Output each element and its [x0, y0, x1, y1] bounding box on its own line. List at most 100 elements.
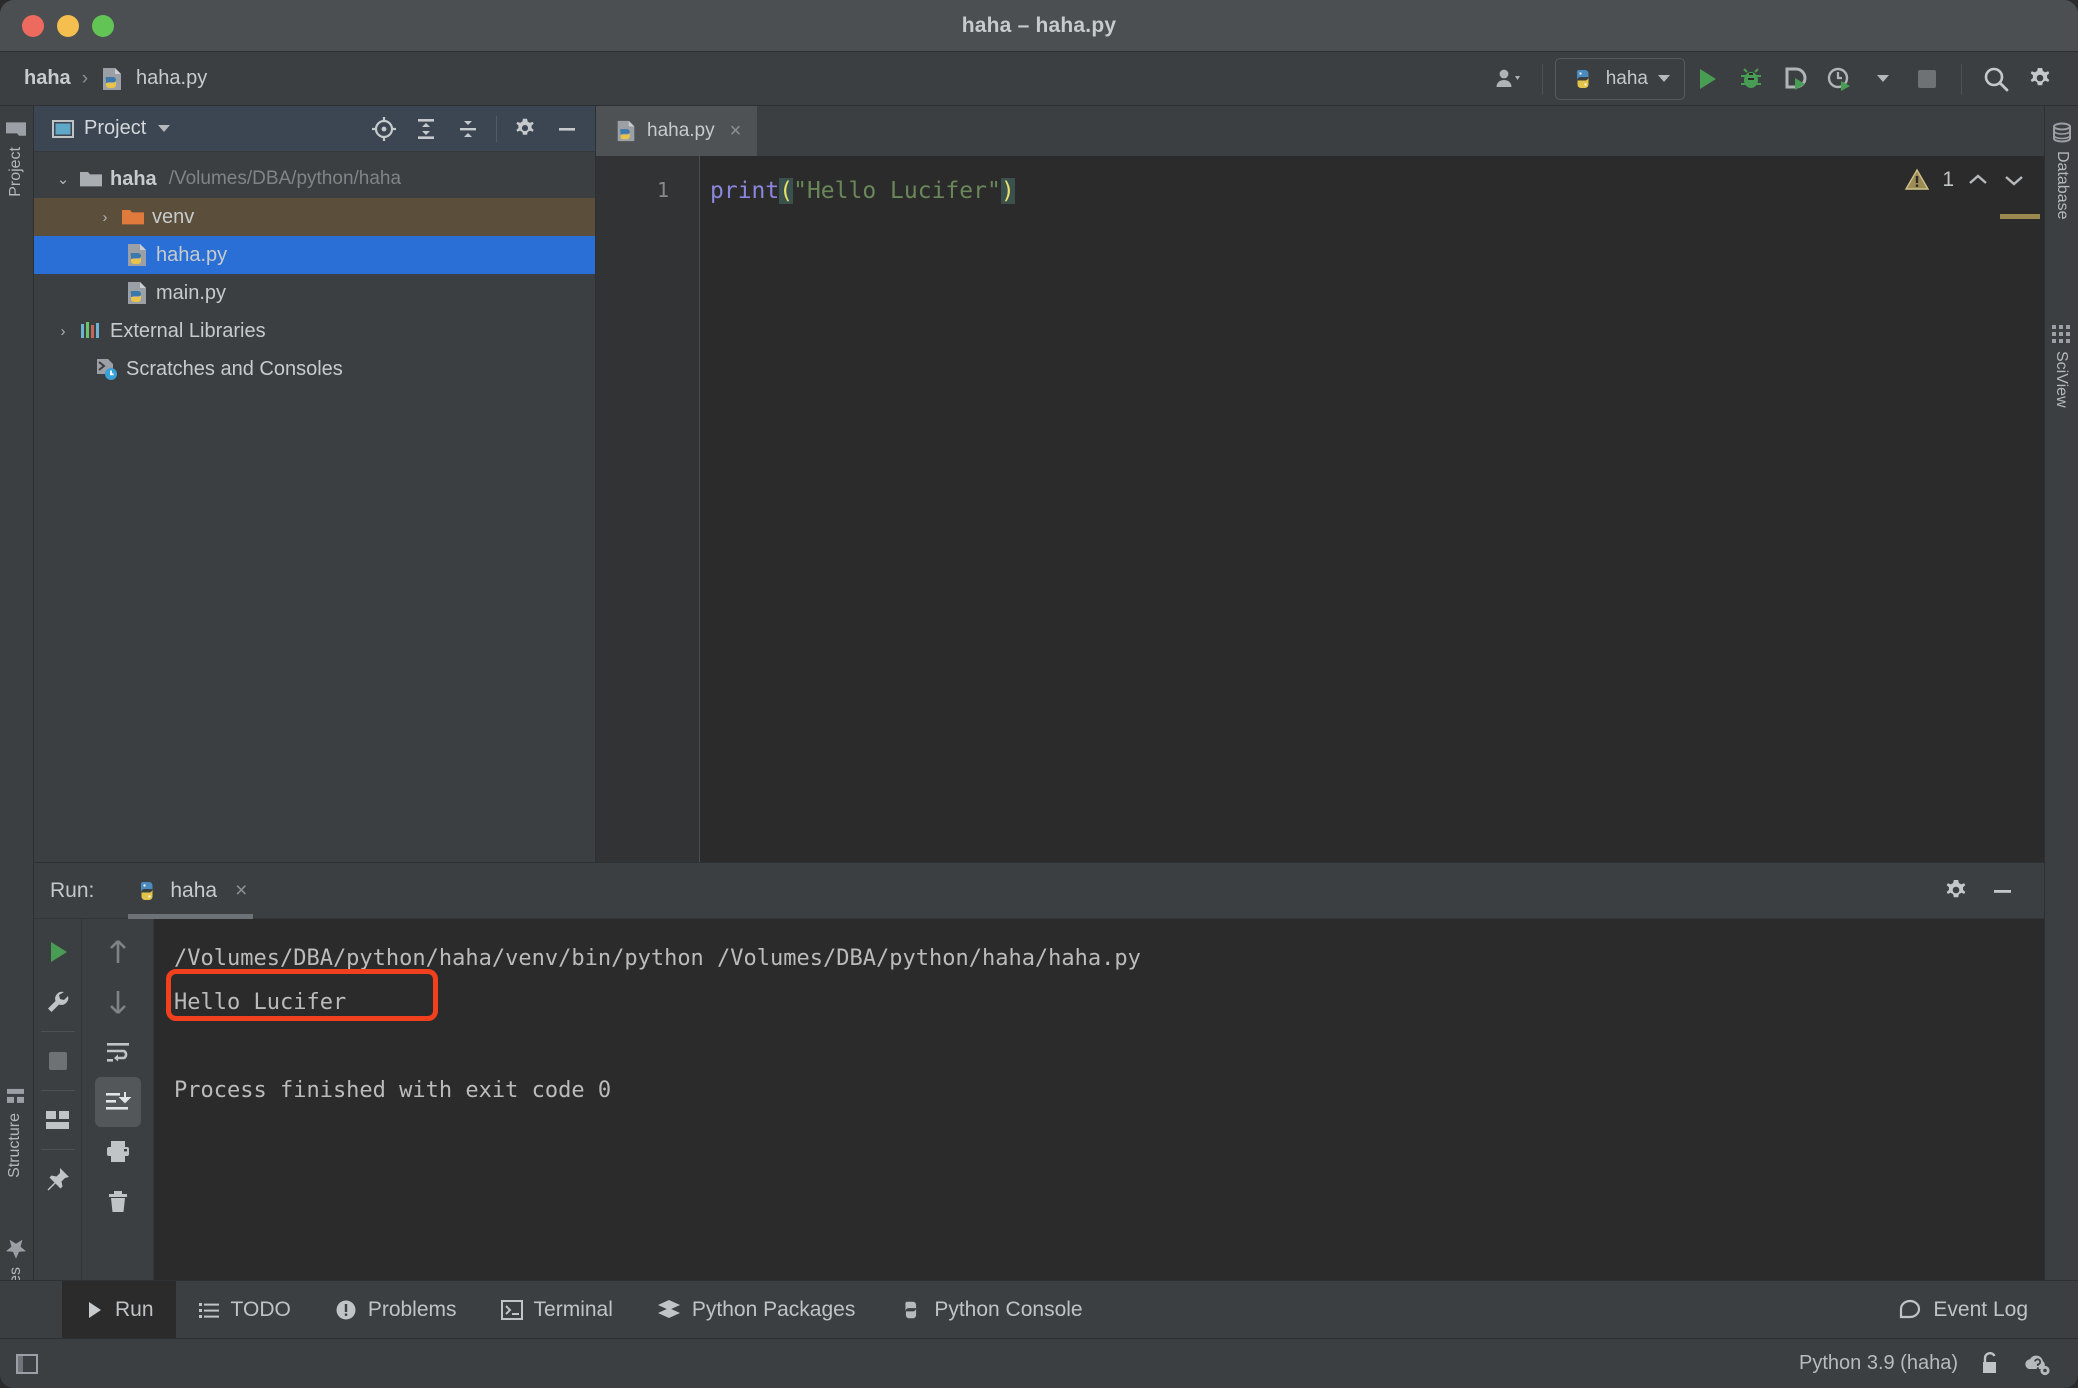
chevron-down-icon[interactable]: ⌄ — [50, 170, 76, 188]
settings-gear-icon[interactable] — [505, 109, 545, 149]
bottom-tab-run[interactable]: Run — [62, 1280, 176, 1339]
tree-row-haha-py[interactable]: haha.py — [34, 236, 595, 274]
project-tool-window: Project ⌄ haha /Volumes/DBA/python/haha … — [34, 106, 596, 862]
toolbar-actions: haha — [1486, 57, 2078, 100]
tree-label-external-libraries: External Libraries — [110, 319, 266, 342]
minimize-window-button[interactable] — [57, 15, 79, 37]
python-file-icon — [122, 242, 152, 268]
coverage-button[interactable] — [1773, 59, 1817, 99]
settings-gear-icon[interactable] — [2018, 59, 2062, 99]
editor-scrollbar[interactable] — [2030, 206, 2044, 912]
down-arrow-icon[interactable] — [95, 977, 141, 1027]
warning-stripe-marker[interactable] — [2000, 214, 2040, 219]
editor-body[interactable]: 1 print("Hello Lucifer") 1 — [596, 156, 2044, 912]
event-log-label: Event Log — [1933, 1297, 2028, 1321]
rail-item-structure[interactable]: Structure — [5, 1086, 25, 1178]
run-tab-haha[interactable]: haha × — [122, 863, 259, 919]
help-cloud-icon[interactable] — [2022, 1351, 2052, 1377]
chevron-right-icon[interactable]: › — [92, 209, 118, 226]
run-console-output[interactable]: /Volumes/DBA/python/haha/venv/bin/python… — [154, 919, 2044, 1329]
console-scrollbar[interactable] — [2030, 919, 2044, 1329]
rail-item-database[interactable]: Database — [2051, 122, 2073, 220]
close-icon[interactable]: × — [730, 120, 742, 143]
star-icon — [5, 1238, 27, 1260]
profile-dropdown-icon[interactable] — [1861, 59, 1905, 99]
bottom-tab-problems[interactable]: Problems — [313, 1281, 479, 1339]
tree-row-main-py[interactable]: main.py — [34, 274, 595, 312]
tree-row-venv[interactable]: › venv — [34, 198, 595, 236]
interpreter-label[interactable]: Python 3.9 (haha) — [1799, 1352, 1958, 1375]
search-icon[interactable] — [1974, 59, 2018, 99]
expand-all-icon[interactable] — [406, 109, 446, 149]
bottom-tab-python-console[interactable]: Python Console — [877, 1281, 1104, 1339]
inspection-widget[interactable]: 1 — [1904, 168, 2026, 192]
run-panel-label: Run: — [50, 878, 95, 902]
run-panel-header: Run: haha × — [34, 863, 2044, 919]
run-tool-window: Run: haha × /Volumes/DBA/python/haha/ven… — [34, 862, 2044, 1329]
layout-icon[interactable] — [35, 1095, 81, 1145]
bottom-tab-python-packages[interactable]: Python Packages — [635, 1281, 877, 1339]
tree-row-scratches[interactable]: Scratches and Consoles — [34, 350, 595, 388]
scroll-to-end-icon[interactable] — [94, 1077, 141, 1127]
debug-button[interactable] — [1729, 59, 1773, 99]
collapse-all-icon[interactable] — [448, 109, 488, 149]
hide-icon[interactable] — [1982, 871, 2022, 911]
chevron-down-icon[interactable] — [2002, 172, 2026, 188]
breadcrumb-separator: › — [81, 67, 89, 89]
window-layout-icon[interactable] — [14, 1351, 40, 1377]
wrench-icon[interactable] — [35, 977, 81, 1027]
locate-icon[interactable] — [364, 109, 404, 149]
settings-gear-icon[interactable] — [1936, 871, 1976, 911]
rerun-icon[interactable] — [35, 927, 81, 977]
stop-icon — [35, 1036, 81, 1086]
window-title: haha – haha.py — [961, 13, 1117, 37]
run-button[interactable] — [1685, 59, 1729, 99]
code-open-paren: ( — [779, 178, 794, 204]
run-configuration-selector[interactable]: haha — [1554, 57, 1685, 100]
rail-item-sciview[interactable]: SciView — [2051, 324, 2071, 408]
run-toolbar-divider-3 — [40, 1149, 75, 1150]
run-left-toolbar — [34, 919, 82, 1329]
bottom-tab-python-packages-label: Python Packages — [691, 1297, 856, 1321]
run-icon — [84, 1300, 104, 1320]
close-window-button[interactable] — [22, 15, 44, 37]
bottom-tab-todo[interactable]: TODO — [176, 1281, 313, 1339]
packages-icon — [657, 1299, 681, 1321]
python-file-icon — [122, 280, 152, 306]
profile-button[interactable] — [1817, 59, 1861, 99]
python-icon — [1570, 66, 1596, 92]
hide-icon[interactable] — [547, 109, 587, 149]
event-log-button[interactable]: Event Log — [1876, 1281, 2050, 1339]
bottom-tab-todo-label: TODO — [230, 1297, 291, 1321]
breadcrumb-project[interactable]: haha — [24, 67, 71, 90]
libraries-icon — [76, 320, 106, 342]
pin-icon[interactable] — [35, 1154, 81, 1204]
rail-database-label: Database — [2054, 151, 2071, 220]
tree-row-external-libraries[interactable]: › External Libraries — [34, 312, 595, 350]
tree-row-haha[interactable]: ⌄ haha /Volumes/DBA/python/haha — [34, 160, 595, 198]
editor-tab-haha-py[interactable]: haha.py × — [596, 106, 758, 156]
breadcrumb-file[interactable]: haha.py — [136, 67, 207, 90]
editor-code[interactable]: print("Hello Lucifer") — [700, 156, 2044, 862]
account-icon[interactable] — [1486, 59, 1530, 99]
bottom-tab-python-console-label: Python Console — [934, 1297, 1083, 1321]
chevron-down-icon[interactable] — [158, 125, 171, 132]
editor-gutter[interactable]: 1 — [596, 156, 700, 862]
run-tab-indicator — [128, 913, 254, 919]
maximize-window-button[interactable] — [92, 15, 114, 37]
soft-wrap-icon[interactable] — [95, 1027, 141, 1077]
trash-icon[interactable] — [95, 1177, 141, 1227]
bottom-bar-right: Event Log — [1876, 1281, 2078, 1339]
toolbar-divider — [1541, 63, 1543, 94]
chevron-up-icon[interactable] — [1966, 172, 1990, 188]
bottom-tab-terminal[interactable]: Terminal — [479, 1281, 635, 1339]
rail-item-project[interactable]: Project — [5, 120, 27, 197]
unlock-icon[interactable] — [1978, 1351, 2002, 1377]
chevron-right-icon[interactable]: › — [50, 323, 76, 340]
up-arrow-icon[interactable] — [95, 927, 141, 977]
toolbar-divider-2 — [1961, 63, 1962, 94]
close-icon[interactable]: × — [235, 879, 247, 903]
print-icon[interactable] — [95, 1127, 141, 1177]
code-close-paren: ) — [1000, 178, 1015, 204]
tree-path-haha: /Volumes/DBA/python/haha — [168, 168, 402, 189]
